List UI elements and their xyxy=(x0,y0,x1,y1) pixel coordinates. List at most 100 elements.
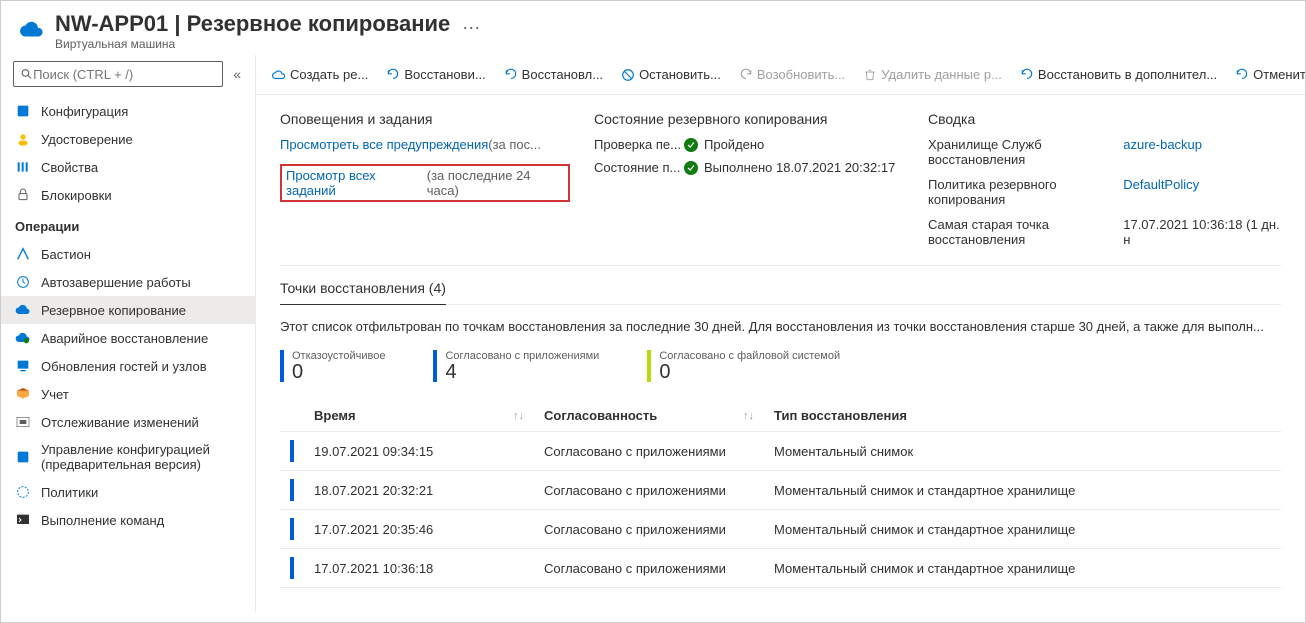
sidebar-item-autoshutdown[interactable]: Автозавершение работы xyxy=(1,268,255,296)
stop-icon xyxy=(621,68,635,82)
sidebar-item-config[interactable]: Конфигурация xyxy=(1,97,255,125)
toolbar-delete: Удалить данные р... xyxy=(857,63,1008,86)
col-consistency[interactable]: Согласованность xyxy=(544,408,657,423)
restore-points-desc: Этот список отфильтрован по точкам восст… xyxy=(280,319,1281,334)
sidebar-item-label: Политики xyxy=(41,485,98,500)
row-indicator xyxy=(290,479,294,501)
changetracking-icon xyxy=(15,414,31,430)
search-box[interactable] xyxy=(13,61,223,87)
sort-icon[interactable]: ↑↓ xyxy=(513,410,524,422)
panel-alerts: Оповещения и задания Просмотреть все пре… xyxy=(280,111,570,247)
page-title: NW-APP01 | Резервное копирование xyxy=(55,11,450,37)
cell-time: 19.07.2021 09:34:15 xyxy=(304,432,534,471)
cell-consistency: Согласовано с приложениями xyxy=(534,471,764,510)
table-row[interactable]: 17.07.2021 20:35:46Согласовано с приложе… xyxy=(280,510,1281,549)
sidebar-item-label: Обновления гостей и узлов xyxy=(41,359,207,374)
success-icon xyxy=(684,161,698,175)
nav-section-operations: Операции xyxy=(1,209,255,240)
undo-icon xyxy=(386,68,400,82)
view-all-alerts-link[interactable]: Просмотреть все предупреждения xyxy=(280,137,488,152)
search-icon xyxy=(20,67,33,81)
success-icon xyxy=(684,138,698,152)
lock-icon xyxy=(15,187,31,203)
policy-label: Политика резервного копирования xyxy=(928,177,1107,207)
toolbar-create-backup[interactable]: Создать ре... xyxy=(266,63,374,86)
sidebar-item-label: Автозавершение работы xyxy=(41,275,191,290)
more-button[interactable]: ··· xyxy=(462,17,480,38)
sidebar-item-policies[interactable]: Политики xyxy=(1,478,255,506)
undo-icon xyxy=(504,68,518,82)
sidebar-item-updates[interactable]: Обновления гостей и узлов xyxy=(1,352,255,380)
sidebar-item-locks[interactable]: Блокировки xyxy=(1,181,255,209)
backup-icon xyxy=(15,302,31,318)
cell-consistency: Согласовано с приложениями xyxy=(534,432,764,471)
toolbar-restore[interactable]: Восстанови... xyxy=(380,63,491,86)
state-label: Состояние п... xyxy=(594,160,684,175)
undo-icon xyxy=(1020,68,1034,82)
cell-type: Моментальный снимок xyxy=(764,432,1281,471)
restore-points-title: Точки восстановления (4) xyxy=(280,280,446,305)
resume-icon xyxy=(739,68,753,82)
panel-backup-status: Состояние резервного копирования Проверк… xyxy=(594,111,904,247)
table-row[interactable]: 19.07.2021 09:34:15Согласовано с приложе… xyxy=(280,432,1281,471)
table-row[interactable]: 18.07.2021 20:32:21Согласовано с приложе… xyxy=(280,471,1281,510)
state-value: Выполнено 18.07.2021 20:32:17 xyxy=(704,160,895,175)
policy-link[interactable]: DefaultPolicy xyxy=(1123,177,1281,207)
panel-backup-status-title: Состояние резервного копирования xyxy=(594,111,904,127)
highlight-box: Просмотр всех заданий (за последние 24 ч… xyxy=(280,164,570,202)
sidebar-item-label: Отслеживание изменений xyxy=(41,415,199,430)
sidebar-item-identity[interactable]: Удостоверение xyxy=(1,125,255,153)
toolbar-restore-secondary[interactable]: Восстановить в дополнител... xyxy=(1014,63,1223,86)
updates-icon xyxy=(15,358,31,374)
sidebar-item-backup[interactable]: Резервное копирование xyxy=(1,296,255,324)
sidebar-item-label: Управление конфигурацией (предварительна… xyxy=(41,442,231,472)
sidebar-item-changetracking[interactable]: Отслеживание изменений xyxy=(1,408,255,436)
sidebar-item-configmgmt[interactable]: Управление конфигурацией (предварительна… xyxy=(1,436,255,478)
sidebar-item-label: Резервное копирование xyxy=(41,303,186,318)
toolbar-cancel[interactable]: Отменить ... xyxy=(1229,63,1305,86)
vault-link[interactable]: azure-backup xyxy=(1123,137,1281,167)
col-type[interactable]: Тип восстановления xyxy=(774,408,907,423)
sidebar-item-dr[interactable]: Аварийное восстановление xyxy=(1,324,255,352)
collapse-sidebar-button[interactable]: « xyxy=(229,66,245,82)
table-row[interactable]: 17.07.2021 10:36:18Согласовано с приложе… xyxy=(280,549,1281,588)
vault-label: Хранилище Служб восстановления xyxy=(928,137,1107,167)
oldest-label: Самая старая точка восстановления xyxy=(928,217,1107,247)
vm-cloud-icon xyxy=(19,17,45,46)
runcommand-icon xyxy=(15,512,31,528)
cell-type: Моментальный снимок и стандартное хранил… xyxy=(764,549,1281,588)
sidebar-item-label: Блокировки xyxy=(41,188,112,203)
sidebar-item-bastion[interactable]: Бастион xyxy=(1,240,255,268)
sidebar-item-properties[interactable]: Свойства xyxy=(1,153,255,181)
header-text: NW-APP01 | Резервное копирование Виртуал… xyxy=(55,11,450,51)
properties-icon xyxy=(15,159,31,175)
page-subtitle: Виртуальная машина xyxy=(55,37,450,51)
config-icon xyxy=(15,103,31,119)
check-label: Проверка пе... xyxy=(594,137,684,152)
cell-time: 18.07.2021 20:32:21 xyxy=(304,471,534,510)
sidebar: « Конфигурация Удостоверение Свойства Бл… xyxy=(1,55,256,612)
sidebar-item-label: Аварийное восстановление xyxy=(41,331,208,346)
row-indicator xyxy=(290,557,294,579)
toolbar-restored[interactable]: Восстановл... xyxy=(498,63,609,86)
cell-time: 17.07.2021 10:36:18 xyxy=(304,549,534,588)
toolbar-stop[interactable]: Остановить... xyxy=(615,63,727,86)
configmgmt-icon xyxy=(15,449,31,465)
undo-icon xyxy=(1235,68,1249,82)
toolbar-resume: Возобновить... xyxy=(733,63,851,86)
check-value: Пройдено xyxy=(704,137,764,152)
view-all-jobs-link[interactable]: Просмотр всех заданий xyxy=(286,168,427,198)
sort-icon[interactable]: ↑↓ xyxy=(743,410,754,422)
restore-points-table: Время ↑↓ Согласованность ↑↓ Тип восстановл… xyxy=(280,400,1281,588)
oldest-value: 17.07.2021 10:36:18 (1 дн. н xyxy=(1123,217,1281,247)
cell-consistency: Согласовано с приложениями xyxy=(534,510,764,549)
page-header: NW-APP01 | Резервное копирование Виртуал… xyxy=(1,1,1305,55)
col-time[interactable]: Время xyxy=(314,408,356,423)
sidebar-item-inventory[interactable]: Учет xyxy=(1,380,255,408)
sidebar-item-runcommand[interactable]: Выполнение команд xyxy=(1,506,255,534)
cell-time: 17.07.2021 20:35:46 xyxy=(304,510,534,549)
search-input[interactable] xyxy=(33,67,216,82)
sidebar-item-label: Удостоверение xyxy=(41,132,133,147)
clock-icon xyxy=(15,274,31,290)
panel-alerts-title: Оповещения и задания xyxy=(280,111,570,127)
